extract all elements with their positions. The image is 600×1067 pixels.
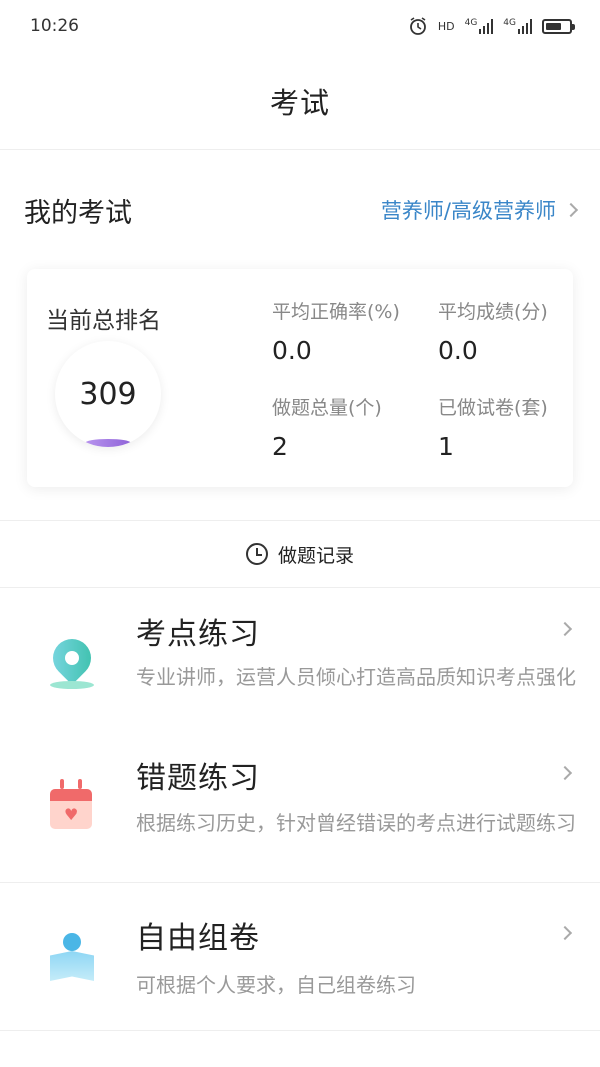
network-label-1: 4G bbox=[464, 18, 478, 28]
exam-category-label: 营养师/高级营养师 bbox=[380, 199, 556, 223]
rank-label: 当前总排名 bbox=[46, 308, 161, 334]
my-exam-title: 我的考试 bbox=[24, 197, 132, 229]
list-item-wrong-practice[interactable]: ♥ 错题练习 根据练习历史，针对曾经错误的考点进行试题练习 bbox=[0, 735, 600, 881]
stat-label: 平均成绩(分) bbox=[438, 301, 548, 323]
item-title: 考点练习 bbox=[136, 617, 260, 652]
stat-papers-done: 已做试卷(套) 1 bbox=[438, 393, 548, 461]
stats-card: 当前总排名 309 平均正确率(%) 0.0 平均成绩(分) 0.0 做题总量(… bbox=[27, 269, 573, 487]
item-title: 自由组卷 bbox=[136, 921, 260, 956]
stat-label: 平均正确率(%) bbox=[272, 301, 400, 323]
rank-circle: 309 bbox=[55, 341, 161, 447]
chevron-right-icon bbox=[563, 202, 579, 218]
status-time: 10:26 bbox=[30, 16, 79, 36]
chevron-right-icon bbox=[557, 763, 573, 782]
signal-icon-2 bbox=[518, 18, 532, 34]
item-title: 错题练习 bbox=[136, 761, 260, 796]
item-description: 专业讲师，运营人员倾心打造高品质知识考点强化 bbox=[136, 665, 576, 689]
alarm-icon bbox=[409, 17, 426, 35]
stat-avg-score: 平均成绩(分) 0.0 bbox=[438, 297, 548, 365]
stat-avg-accuracy: 平均正确率(%) 0.0 bbox=[272, 297, 400, 365]
reader-icon bbox=[50, 933, 94, 983]
practice-record-button[interactable]: 做题记录 bbox=[0, 520, 600, 588]
stat-value: 0.0 bbox=[438, 336, 478, 365]
stat-label: 做题总量(个) bbox=[272, 397, 382, 419]
status-icons: HD 4G 4G bbox=[408, 16, 575, 36]
battery-icon bbox=[542, 18, 575, 34]
hd-label: HD bbox=[437, 19, 455, 33]
clock-icon bbox=[245, 543, 268, 565]
my-exam-header: 我的考试 营养师/高级营养师 bbox=[0, 152, 600, 268]
stat-total-questions: 做题总量(个) 2 bbox=[272, 393, 382, 461]
list-item-free-paper[interactable]: 自由组卷 可根据个人要求，自己组卷练习 bbox=[0, 883, 600, 1029]
location-pin-icon bbox=[45, 631, 99, 689]
chevron-right-icon bbox=[557, 619, 573, 638]
rank-wave-decoration bbox=[85, 439, 131, 447]
status-bar: 10:26 HD 4G 4G bbox=[0, 0, 600, 52]
divider bbox=[0, 1030, 600, 1031]
page-title: 考试 bbox=[269, 85, 330, 120]
signal-icon-1 bbox=[479, 18, 494, 34]
network-label-2: 4G bbox=[503, 18, 516, 28]
list-item-keypoint-practice[interactable]: 考点练习 专业讲师，运营人员倾心打造高品质知识考点强化 bbox=[0, 589, 600, 735]
calendar-heart-icon: ♥ bbox=[50, 779, 94, 833]
practice-record-label: 做题记录 bbox=[277, 544, 354, 567]
item-description: 根据练习历史，针对曾经错误的考点进行试题练习 bbox=[136, 811, 576, 835]
stat-value: 0.0 bbox=[272, 336, 312, 365]
stat-value: 2 bbox=[272, 432, 288, 461]
item-description: 可根据个人要求，自己组卷练习 bbox=[136, 973, 416, 997]
nav-bar: 考试 bbox=[0, 52, 600, 150]
rank-value: 309 bbox=[79, 376, 137, 412]
stat-value: 1 bbox=[438, 432, 454, 461]
exam-category-link[interactable]: 营养师/高级营养师 bbox=[380, 195, 579, 225]
chevron-right-icon bbox=[557, 923, 573, 942]
stat-label: 已做试卷(套) bbox=[438, 397, 548, 419]
